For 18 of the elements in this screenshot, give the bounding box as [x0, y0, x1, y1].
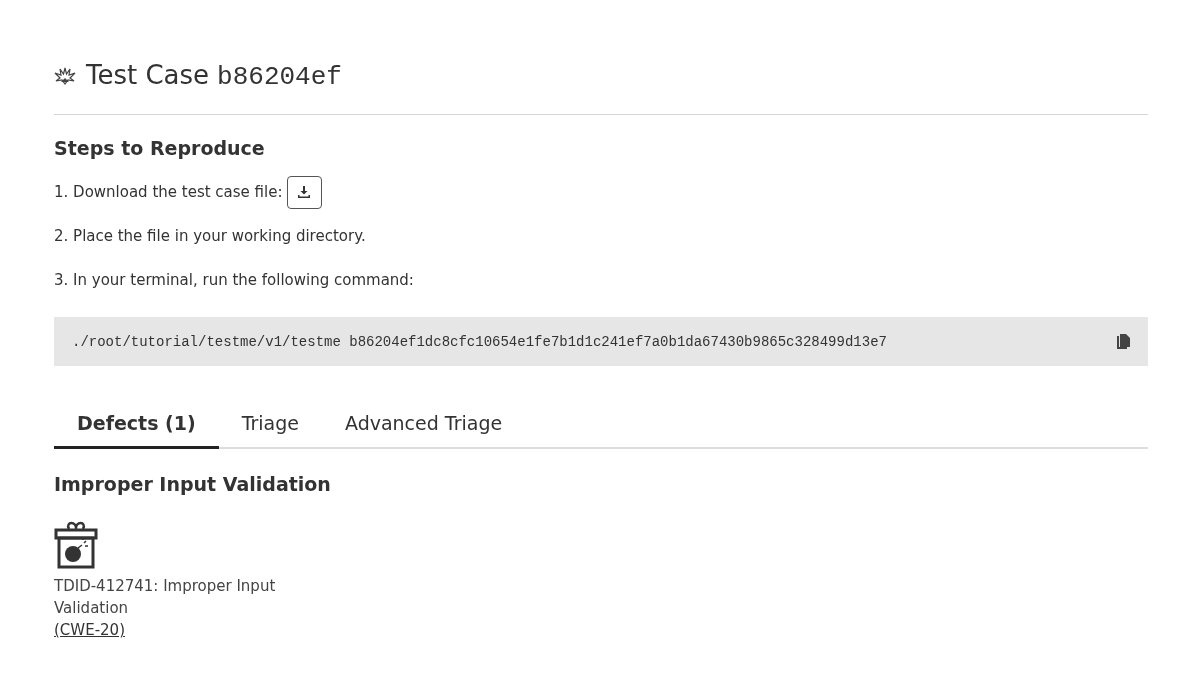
tab[interactable]: Advanced Triage [321, 404, 526, 449]
defect-description: TDID-412741: Improper Input Validation [54, 576, 277, 619]
section-heading: Steps to Reproduce [54, 137, 266, 159]
download-button[interactable] [286, 175, 322, 209]
gift-bomb-icon [54, 521, 98, 569]
step-text: 1. Download the test case file: [54, 183, 283, 201]
command-text: ./root/tutorial/testme/v1/testme b86204ef1dc8cfc10654e1fe7b1d1c241ef7a0b1da67430b9865c328499d13e7 [72, 333, 887, 350]
cwe-link[interactable]: (CWE-20) [54, 621, 125, 639]
tab[interactable]: Defects (1) [54, 404, 219, 449]
test-case-hash: b86204ef [217, 62, 342, 92]
step-text: 3. In your terminal, run the following command: [54, 271, 414, 289]
step-text: 2. Place the file in your working directory. [54, 227, 366, 245]
tab[interactable]: Triage [218, 404, 322, 449]
page-title: Test Case [86, 60, 210, 90]
copy-icon[interactable] [1117, 334, 1130, 349]
explosion-icon [54, 67, 76, 85]
download-icon [298, 186, 310, 198]
defect-heading: Improper Input Validation [54, 473, 332, 495]
